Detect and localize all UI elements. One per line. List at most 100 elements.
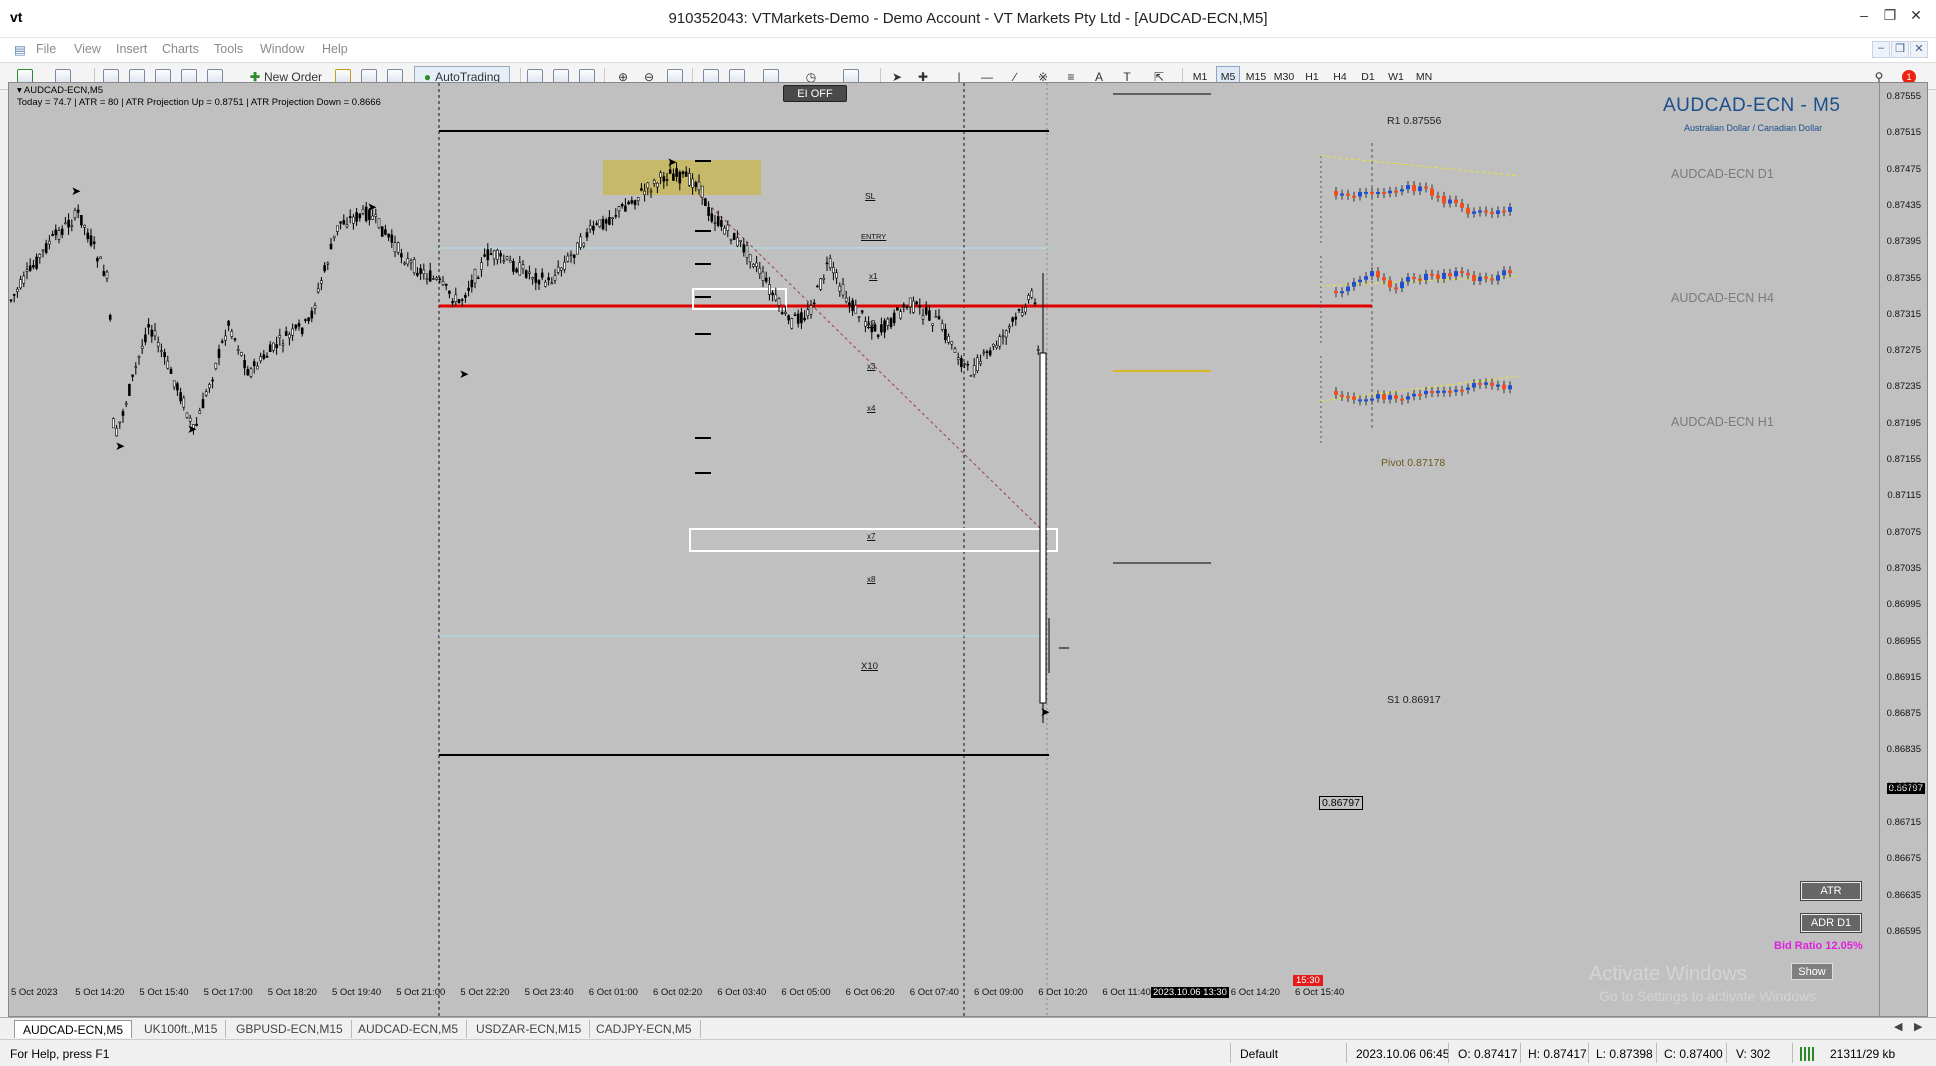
candle-body bbox=[512, 261, 515, 272]
price-axis-label: 0.87315 bbox=[1886, 308, 1921, 320]
candle-body bbox=[403, 262, 406, 265]
menu-tools[interactable]: Tools bbox=[214, 42, 243, 56]
mini-d1-candle bbox=[1430, 188, 1434, 196]
mini-h4-candle bbox=[1388, 280, 1392, 288]
time-axis-label: 6 Oct 03:40 bbox=[717, 987, 767, 998]
candle-body bbox=[937, 316, 941, 320]
status-traffic: 21311/29 kb bbox=[1830, 1047, 1896, 1061]
mini-h4-candle bbox=[1448, 272, 1452, 277]
menu-file[interactable]: File bbox=[36, 42, 56, 56]
maximize-icon[interactable]: ❐ bbox=[1878, 7, 1902, 29]
adr-d1-button[interactable]: ADR D1 bbox=[1800, 913, 1862, 933]
candle-body bbox=[819, 278, 822, 290]
fractal-arrow: ➤ bbox=[115, 439, 125, 453]
tabs-scroll-right-icon[interactable]: ▶ bbox=[1914, 1020, 1922, 1033]
mini-h4-candle bbox=[1454, 271, 1458, 277]
menu-insert[interactable]: Insert bbox=[116, 42, 147, 56]
candle-body bbox=[576, 242, 579, 255]
candle-body bbox=[822, 277, 826, 281]
candle-body bbox=[160, 350, 163, 352]
candle-body bbox=[953, 348, 957, 353]
chart-menu-icon[interactable]: ▤ bbox=[14, 42, 26, 57]
tabs-scroll-left-icon[interactable]: ◀ bbox=[1894, 1020, 1902, 1033]
child-restore-icon[interactable]: ❐ bbox=[1891, 41, 1909, 58]
candle-body bbox=[755, 262, 758, 267]
candle-body bbox=[358, 213, 362, 219]
candle-body bbox=[569, 253, 573, 256]
candle-body bbox=[790, 318, 794, 329]
candle-body bbox=[742, 244, 746, 253]
price-axis-label: 0.86675 bbox=[1886, 853, 1921, 865]
atr-button[interactable]: ATR bbox=[1800, 881, 1862, 901]
mini-h4-candle bbox=[1376, 271, 1380, 278]
candle-body bbox=[131, 374, 134, 377]
candle-body bbox=[752, 263, 755, 267]
connection-icon bbox=[1800, 1047, 1816, 1061]
candle-body bbox=[614, 215, 618, 217]
tab-usdzar-m15[interactable]: USDZAR-ECN,M15 bbox=[468, 1020, 591, 1038]
candle-body bbox=[608, 217, 611, 225]
candle-body bbox=[259, 356, 262, 362]
candle-body bbox=[35, 256, 38, 269]
mini-d1-candle bbox=[1364, 191, 1368, 194]
sl-label: SL bbox=[865, 191, 876, 201]
candle-body bbox=[499, 253, 502, 257]
chart-symbol-line: ▾ AUDCAD-ECN,M5 bbox=[17, 85, 104, 96]
ei-off-button[interactable]: EI OFF bbox=[783, 85, 847, 102]
candle-body bbox=[851, 300, 854, 312]
candle-body bbox=[128, 383, 131, 396]
show-button[interactable]: Show bbox=[1791, 963, 1833, 980]
mini-d1-candle bbox=[1442, 195, 1446, 204]
candle-body bbox=[102, 271, 106, 276]
tab-uk100-m15[interactable]: UK100ft.,M15 bbox=[136, 1020, 227, 1038]
bid-ratio: Bid Ratio 12.05% bbox=[1774, 940, 1863, 952]
current-price-box: 0.86797 bbox=[1319, 796, 1363, 810]
candle-body bbox=[329, 243, 333, 250]
menu-window[interactable]: Window bbox=[260, 42, 304, 56]
tab-gbpusd-m15[interactable]: GBPUSD-ECN,M15 bbox=[228, 1020, 352, 1038]
candle-body bbox=[108, 314, 112, 320]
candle-body bbox=[19, 279, 22, 289]
candle-body bbox=[464, 295, 467, 298]
candle-body bbox=[860, 310, 864, 313]
mini-d1-candle bbox=[1424, 186, 1428, 189]
mini-d1-candle bbox=[1460, 203, 1464, 208]
candle-body bbox=[985, 351, 989, 353]
tab-audcad-m5[interactable]: AUDCAD-ECN,M5 bbox=[14, 1020, 133, 1038]
candle-body bbox=[803, 317, 806, 321]
mini-h4-candle bbox=[1418, 278, 1422, 281]
mini-h1-candle bbox=[1490, 382, 1494, 386]
candle-body bbox=[496, 249, 499, 260]
mini-h1-candle bbox=[1358, 399, 1362, 402]
child-minimize-icon[interactable]: – bbox=[1872, 41, 1890, 58]
tab-cadjpy-m5[interactable]: CADJPY-ECN,M5 bbox=[588, 1020, 701, 1038]
candle-body bbox=[153, 330, 157, 337]
mini-d1-candle bbox=[1502, 210, 1506, 213]
mini-h1-candle bbox=[1334, 391, 1338, 395]
candle-body bbox=[684, 171, 688, 177]
candle-body bbox=[800, 312, 803, 324]
candle-body bbox=[9, 299, 13, 302]
candle-body bbox=[521, 264, 525, 270]
candle-body bbox=[121, 411, 125, 416]
menu-charts[interactable]: Charts bbox=[162, 42, 199, 56]
child-close-icon[interactable]: ✕ bbox=[1910, 41, 1928, 58]
mini-h1-candle bbox=[1376, 394, 1380, 399]
chart-area[interactable]: ➤ ➤ ➤ ➤ ➤ ➤ ➤ ▾ AUDCAD-ECN,M5 Today = 74.7 | A… bbox=[8, 82, 1928, 1018]
minimize-icon[interactable]: – bbox=[1852, 7, 1876, 29]
candle-body bbox=[966, 363, 970, 366]
candle-body bbox=[662, 176, 666, 182]
candle-body bbox=[166, 360, 170, 369]
mini-d1-candle bbox=[1412, 185, 1416, 192]
candle-body bbox=[281, 343, 285, 346]
candle-body bbox=[960, 358, 963, 368]
tab-audcad-m5-2[interactable]: AUDCAD-ECN,M5 bbox=[350, 1020, 468, 1038]
close-icon[interactable]: ✕ bbox=[1904, 7, 1928, 29]
candle-body bbox=[147, 324, 150, 328]
fractal-arrow: ➤ bbox=[667, 155, 677, 169]
candle-body bbox=[275, 344, 278, 349]
menu-help[interactable]: Help bbox=[322, 42, 348, 56]
candle-body bbox=[140, 345, 144, 349]
menu-view[interactable]: View bbox=[74, 42, 101, 56]
candle-body bbox=[454, 294, 458, 302]
